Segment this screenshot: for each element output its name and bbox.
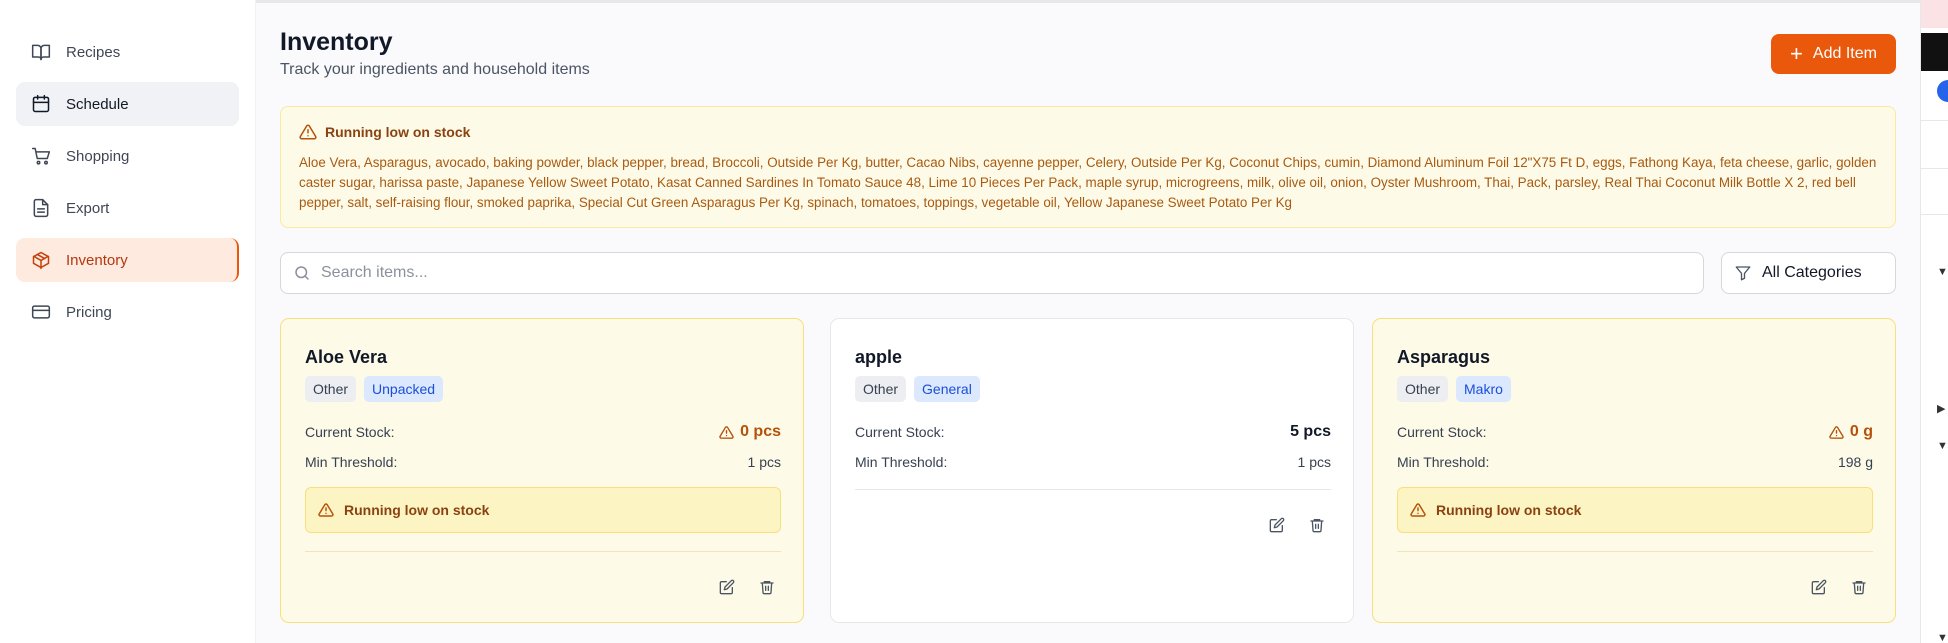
page-title: Inventory (280, 28, 393, 56)
sidebar-item-label: Pricing (66, 303, 112, 321)
inventory-card: Asparagus Other Makro Current Stock: 0 g… (1372, 318, 1896, 623)
main-content: Inventory Track your ingredients and hou… (256, 0, 1916, 643)
category-tag: Other (305, 376, 357, 402)
sidebar-item-inventory[interactable]: Inventory (16, 238, 239, 282)
card-low-stock-text: Running low on stock (344, 502, 490, 518)
search-box[interactable] (280, 252, 1704, 294)
shopping-cart-icon (30, 145, 52, 167)
browser-extension-strip: ▼ ▶ ▼ ▼ (1920, 0, 1948, 643)
low-stock-alert: Running low on stock Aloe Vera, Asparagu… (280, 106, 1896, 228)
edit-button[interactable] (1265, 513, 1289, 537)
add-item-label: Add Item (1812, 45, 1877, 62)
strip-divider (1921, 168, 1948, 169)
warning-icon (1410, 502, 1426, 518)
min-threshold-label: Min Threshold: (1397, 454, 1490, 470)
current-stock-value: 0 pcs (719, 423, 781, 441)
card-low-stock-alert: Running low on stock (1397, 487, 1873, 533)
card-divider (1397, 551, 1873, 552)
card-divider (855, 489, 1331, 490)
current-stock-label: Current Stock: (855, 424, 945, 440)
delete-button[interactable] (755, 575, 779, 599)
low-stock-items-list: Aloe Vera, Asparagus, avocado, baking po… (299, 155, 1877, 210)
current-stock-amount: 0 pcs (740, 423, 781, 440)
current-stock-label: Current Stock: (1397, 424, 1487, 440)
min-threshold-value: 198 g (1837, 454, 1873, 470)
delete-button[interactable] (1305, 513, 1329, 537)
trash-icon (1310, 519, 1324, 533)
inventory-card: Aloe Vera Other Unpacked Current Stock: … (280, 318, 804, 623)
book-open-icon (30, 41, 52, 63)
package-icon (30, 249, 52, 271)
min-threshold-value: 1 pcs (1297, 454, 1331, 470)
store-tag: General (914, 376, 980, 402)
sidebar-item-label: Recipes (66, 43, 121, 61)
category-filter-value: All Categories (1762, 264, 1862, 281)
amazon-extension-icon[interactable] (1921, 33, 1948, 71)
warning-icon (1829, 425, 1844, 440)
category-tag: Other (855, 376, 907, 402)
category-filter-select[interactable]: All Categories (1721, 252, 1896, 294)
inventory-card: apple Other General Current Stock: 5 pcs… (830, 318, 1354, 623)
plus-icon: + (1790, 41, 1803, 66)
sidebar-item-label: Inventory (66, 251, 128, 269)
current-stock-value: 5 pcs (1290, 423, 1331, 440)
extension-menu-icon[interactable] (1937, 80, 1948, 102)
low-stock-alert-title: Running low on stock (325, 124, 471, 140)
sidebar-item-label: Export (66, 199, 110, 217)
sidebar-nav: Recipes Schedule Shopping Export Invento… (0, 0, 255, 334)
caret-down-icon[interactable]: ▼ (1937, 440, 1948, 452)
caret-down-icon[interactable]: ▼ (1937, 266, 1948, 278)
edit-icon (1269, 517, 1285, 533)
calendar-icon (30, 93, 52, 115)
trash-icon (760, 581, 774, 595)
trash-icon (1852, 581, 1866, 595)
extension-badge[interactable] (1921, 0, 1948, 28)
strip-divider (1921, 214, 1948, 215)
card-low-stock-text: Running low on stock (1436, 502, 1582, 518)
warning-icon (318, 502, 334, 518)
search-input[interactable] (321, 264, 1681, 282)
delete-button[interactable] (1847, 575, 1871, 599)
credit-card-icon (30, 301, 52, 323)
current-stock-value: 0 g (1829, 423, 1873, 441)
warning-icon (299, 123, 317, 141)
edit-button[interactable] (715, 575, 739, 599)
sidebar-item-export[interactable]: Export (16, 186, 239, 230)
card-low-stock-alert: Running low on stock (305, 487, 781, 533)
sidebar-item-schedule[interactable]: Schedule (16, 82, 239, 126)
add-item-button[interactable]: + Add Item (1771, 34, 1896, 74)
card-divider (305, 551, 781, 552)
caret-right-icon[interactable]: ▶ (1937, 402, 1945, 415)
file-text-icon (30, 197, 52, 219)
sidebar: Recipes Schedule Shopping Export Invento… (0, 0, 256, 643)
sidebar-item-label: Schedule (66, 95, 129, 113)
item-name: Aloe Vera (305, 347, 388, 367)
store-tag: Unpacked (364, 376, 444, 402)
store-tag: Makro (1456, 376, 1511, 402)
edit-icon (1811, 579, 1827, 595)
sidebar-item-label: Shopping (66, 147, 130, 165)
page-subtitle: Track your ingredients and household ite… (280, 61, 590, 78)
search-icon (293, 264, 311, 282)
sidebar-item-pricing[interactable]: Pricing (16, 290, 239, 334)
category-tag: Other (1397, 376, 1449, 402)
sidebar-item-recipes[interactable]: Recipes (16, 30, 239, 74)
edit-button[interactable] (1807, 575, 1831, 599)
min-threshold-label: Min Threshold: (305, 454, 398, 470)
caret-down-icon[interactable]: ▼ (1937, 632, 1948, 643)
item-name: Asparagus (1397, 347, 1491, 367)
filter-icon (1734, 264, 1752, 282)
edit-icon (719, 579, 735, 595)
strip-divider (1921, 120, 1948, 121)
sidebar-item-shopping[interactable]: Shopping (16, 134, 239, 178)
min-threshold-value: 1 pcs (747, 454, 781, 470)
item-name: apple (855, 347, 903, 367)
current-stock-amount: 0 g (1849, 423, 1873, 440)
warning-icon (719, 425, 734, 440)
min-threshold-label: Min Threshold: (855, 454, 948, 470)
current-stock-label: Current Stock: (305, 424, 395, 440)
